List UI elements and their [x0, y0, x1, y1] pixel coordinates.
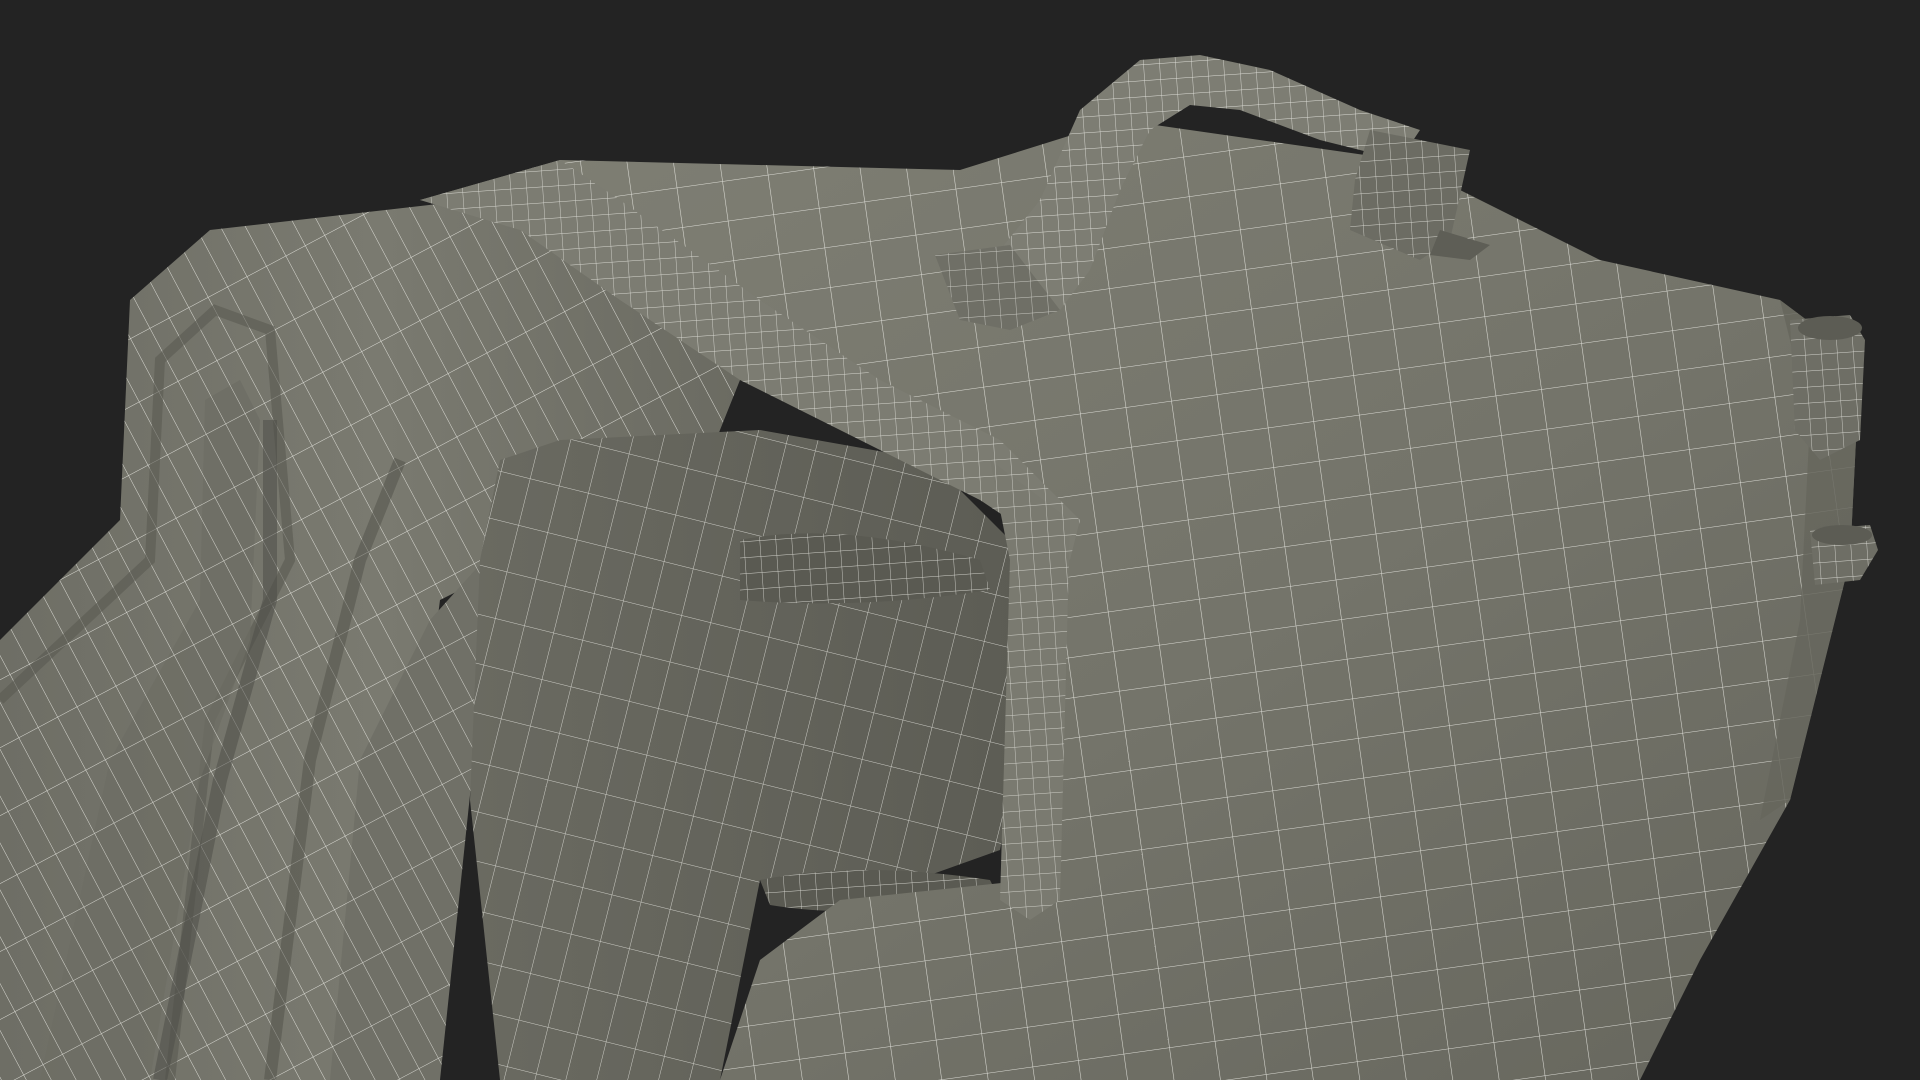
side-buckle-lower	[1810, 525, 1878, 585]
render-viewport	[0, 0, 1920, 1080]
